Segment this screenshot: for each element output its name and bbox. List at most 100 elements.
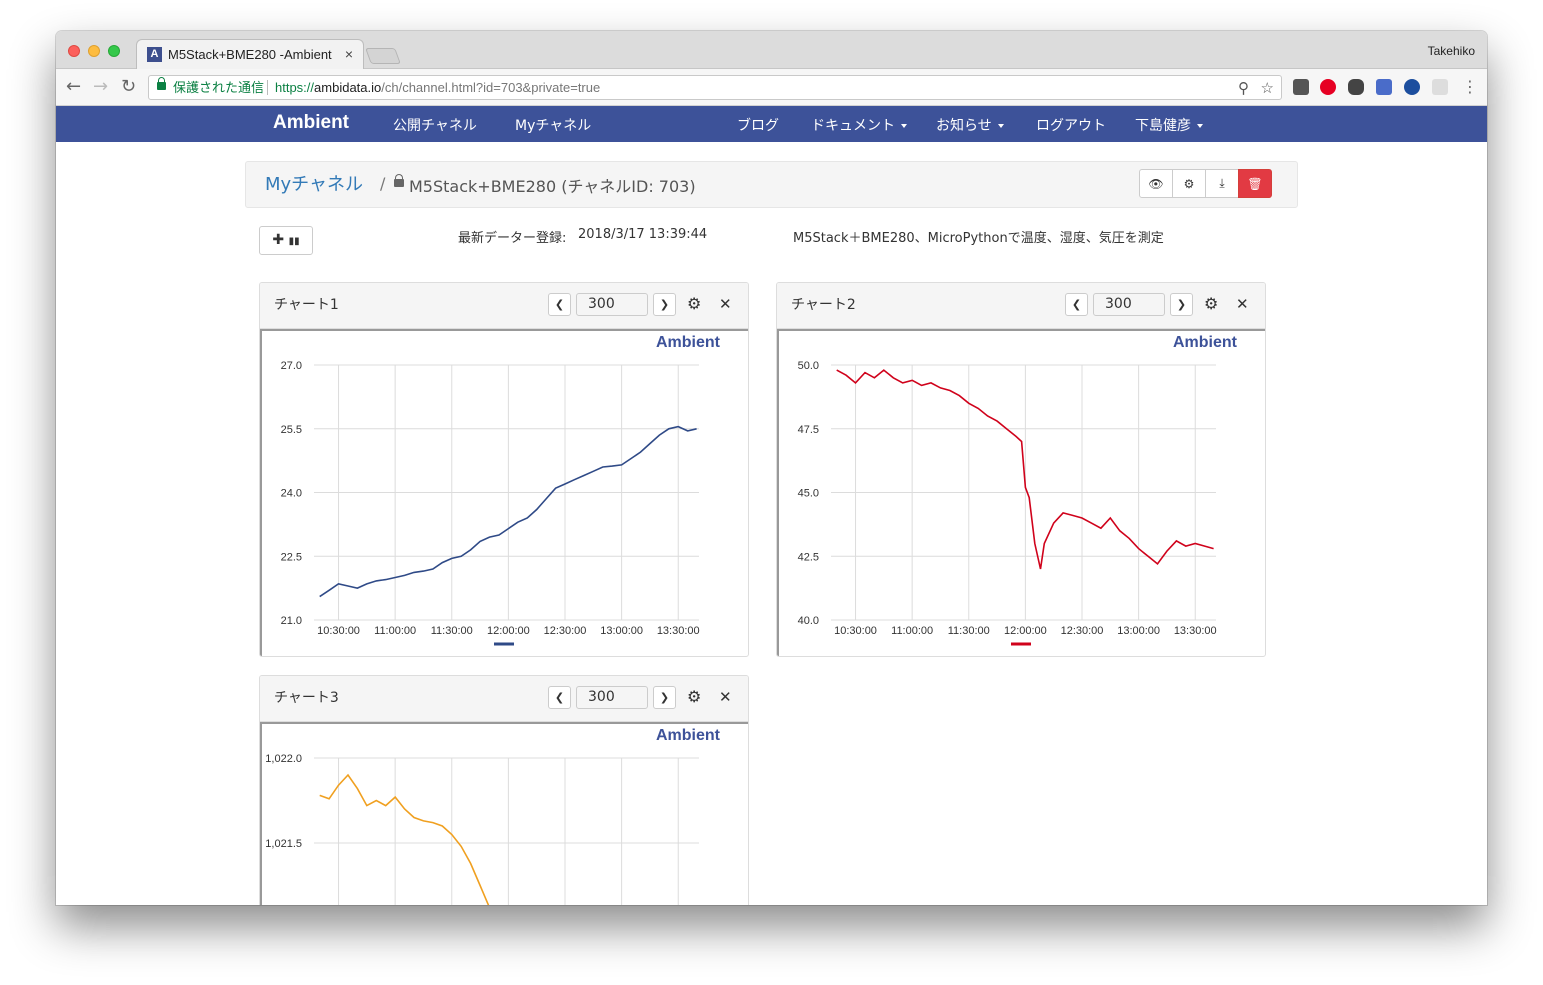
url-scheme: https:// xyxy=(275,80,315,95)
chart-panel-1: チャート1 ❮ 300 ❯ ⚙ ✕ 27.0 25.5 24.0 22.5 21.0 10… xyxy=(259,282,749,657)
range-input[interactable]: 300 xyxy=(576,293,648,316)
nav-logout[interactable]: ログアウト xyxy=(1036,115,1106,135)
new-tab-button[interactable] xyxy=(365,48,401,64)
chart-title: チャート2 xyxy=(791,297,856,313)
channel-description: M5Stack＋BME280、MicroPythonで温度、湿度、気圧を測定 xyxy=(793,231,1164,246)
gear-icon[interactable]: ⚙ xyxy=(1172,169,1206,198)
y-tick-label: 24.0 xyxy=(281,488,302,500)
x-tick-label: 11:00:00 xyxy=(374,625,416,637)
reload-icon[interactable]: ↻ xyxy=(121,77,136,97)
tab-title: M5Stack+BME280 -Ambient xyxy=(168,47,332,62)
nav-docs[interactable]: ドキュメント xyxy=(811,115,907,135)
prev-page-icon[interactable]: ❮ xyxy=(548,293,571,316)
y-tick-label: 50.0 xyxy=(798,360,819,372)
tab-close-icon[interactable]: × xyxy=(345,46,353,62)
prev-page-icon[interactable]: ❮ xyxy=(548,686,571,709)
browser-tab[interactable]: A M5Stack+BME280 -Ambient × xyxy=(136,39,364,70)
channel-actions: 👁 ⚙ ⤓ 🗑 xyxy=(1139,169,1272,198)
chart-panel-3: チャート3 ❮ 300 ❯ ⚙ ✕ 1,022.01,021.51,021.0A… xyxy=(259,675,749,905)
chart-svg: 27.0 25.5 24.0 22.5 21.0 10:30:00 11:00:00 11:3… xyxy=(281,334,721,646)
url-path: /ch/channel.html?id=703&private=true xyxy=(381,80,601,95)
profile-name[interactable]: Takehiko xyxy=(1428,44,1475,58)
nav-public-channels[interactable]: 公開チャネル xyxy=(393,115,477,135)
next-page-icon[interactable]: ❯ xyxy=(653,293,676,316)
chart-area: 1,022.01,021.51,021.0Ambient xyxy=(260,722,748,905)
x-tick-label: 12:00:00 xyxy=(1004,625,1047,637)
x-tick-label: 10:30:00 xyxy=(834,625,877,637)
zoom-window-button[interactable] xyxy=(108,45,120,57)
pinterest-extension-icon[interactable] xyxy=(1320,79,1336,95)
x-tick-label: 12:30:00 xyxy=(544,625,587,637)
nav-news[interactable]: お知らせ xyxy=(936,115,1004,135)
caret-down-icon xyxy=(997,124,1004,128)
nav-docs-label: ドキュメント xyxy=(811,118,895,134)
y-tick-label: 22.5 xyxy=(281,551,302,563)
address-bar[interactable]: 保護された通信 https://ambidata.io/ch/channel.h… xyxy=(148,75,1282,100)
chart-svg: 50.0 47.5 45.0 42.5 40.0 10:30:00 11:00:00 11:3… xyxy=(798,334,1238,646)
close-window-button[interactable] xyxy=(68,45,80,57)
y-extension-icon[interactable] xyxy=(1404,79,1420,95)
breadcrumb: Myチャネル / M5Stack+BME280 (チャネルID: 703) 👁 … xyxy=(245,161,1298,208)
last-update-label: 最新データー登録: xyxy=(458,231,567,246)
calendar-extension-icon[interactable] xyxy=(1376,79,1392,95)
forward-arrow-icon[interactable]: → xyxy=(93,77,108,97)
chart-close-icon[interactable]: ✕ xyxy=(1236,295,1249,313)
pocket-extension-icon[interactable] xyxy=(1293,79,1309,95)
y-tick-label: 27.0 xyxy=(281,360,302,372)
chart-settings-icon[interactable]: ⚙ xyxy=(687,294,701,313)
range-input[interactable]: 300 xyxy=(1093,293,1165,316)
caret-down-icon xyxy=(1197,124,1203,128)
nav-user-label: 下島健彦 xyxy=(1135,118,1191,134)
breadcrumb-separator: / xyxy=(380,174,386,193)
zoom-icon[interactable]: ⚲ xyxy=(1238,77,1249,100)
bookmark-star-icon[interactable]: ☆ xyxy=(1261,77,1274,100)
y-tick-label: 40.0 xyxy=(798,615,819,627)
y-tick-label: 25.5 xyxy=(281,424,302,436)
y-tick-label: 1,022.0 xyxy=(265,753,302,765)
range-input[interactable]: 300 xyxy=(576,686,648,709)
menu-kebab-icon[interactable]: ⋮ xyxy=(1462,77,1478,97)
back-arrow-icon[interactable]: ← xyxy=(66,77,81,97)
chart-svg: 1,022.01,021.51,021.0Ambient xyxy=(265,727,721,905)
evernote-extension-icon[interactable] xyxy=(1348,79,1364,95)
x-tick-label: 12:00:00 xyxy=(487,625,530,637)
chart-panel-2: チャート2 ❮ 300 ❯ ⚙ ✕ 50.0 47.5 45.0 42.5 40.0 10… xyxy=(776,282,1266,657)
tab-bar: A M5Stack+BME280 -Ambient × Takehiko xyxy=(56,31,1487,70)
eye-icon[interactable]: 👁 xyxy=(1139,169,1173,198)
browser-window: A M5Stack+BME280 -Ambient × Takehiko ← →… xyxy=(56,31,1487,905)
next-page-icon[interactable]: ❯ xyxy=(1170,293,1193,316)
x-tick-label: 11:00:00 xyxy=(891,625,933,637)
add-chart-button[interactable]: ✚ ▮▮ xyxy=(259,226,313,255)
chart-title: チャート3 xyxy=(274,690,339,706)
chart-panel-header: チャート3 ❮ 300 ❯ ⚙ ✕ xyxy=(260,676,748,722)
y-tick-label: 1,021.5 xyxy=(265,838,302,850)
nav-user[interactable]: 下島健彦 xyxy=(1135,115,1203,135)
y-tick-label: 45.0 xyxy=(798,488,819,500)
secure-label: 保護された通信 xyxy=(173,80,265,95)
plus-icon: ✚ xyxy=(272,232,285,248)
x-tick-label: 13:30:00 xyxy=(657,625,700,637)
nav-my-channels[interactable]: Myチャネル xyxy=(515,115,591,135)
chart-close-icon[interactable]: ✕ xyxy=(719,688,732,706)
series-line xyxy=(319,773,490,905)
x-tick-label: 11:30:00 xyxy=(431,625,473,637)
chart-watermark: Ambient xyxy=(656,727,721,744)
nav-blog[interactable]: ブログ xyxy=(737,115,779,135)
y-tick-label: 47.5 xyxy=(798,424,819,436)
next-page-icon[interactable]: ❯ xyxy=(653,686,676,709)
chart-panel-header: チャート2 ❮ 300 ❯ ⚙ ✕ xyxy=(777,283,1265,329)
minimize-window-button[interactable] xyxy=(88,45,100,57)
prev-page-icon[interactable]: ❮ xyxy=(1065,293,1088,316)
x-tick-label: 13:00:00 xyxy=(600,625,643,637)
breadcrumb-my-channels[interactable]: Myチャネル xyxy=(265,170,363,196)
site-brand[interactable]: Ambient xyxy=(273,112,349,134)
url-text[interactable]: https://ambidata.io/ch/channel.html?id=7… xyxy=(275,76,600,99)
chart-close-icon[interactable]: ✕ xyxy=(719,295,732,313)
page-extension-icon[interactable] xyxy=(1432,79,1448,95)
chart-settings-icon[interactable]: ⚙ xyxy=(687,687,701,706)
x-tick-label: 11:30:00 xyxy=(948,625,990,637)
download-icon[interactable]: ⤓ xyxy=(1205,169,1239,198)
ambient-favicon-icon: A xyxy=(147,47,162,62)
chart-settings-icon[interactable]: ⚙ xyxy=(1204,294,1218,313)
trash-icon[interactable]: 🗑 xyxy=(1238,169,1272,198)
